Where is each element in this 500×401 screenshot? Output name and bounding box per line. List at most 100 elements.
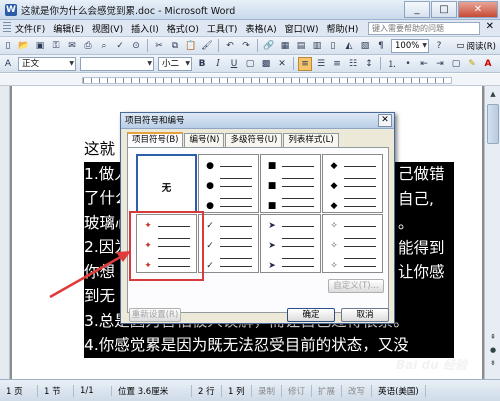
highlight-icon[interactable]: ✎ [465,57,479,71]
font-size-select[interactable]: 小二 [158,56,192,71]
underline-button[interactable]: U [227,57,241,71]
insert-table-icon[interactable]: ▤ [294,39,308,53]
customize-button[interactable]: 自定义(T)... [328,279,384,293]
bullet-option-square[interactable]: ■ . ■ . ■ [260,154,321,213]
diamond-bullet-icon: ◆ [330,181,338,191]
close-document-icon[interactable]: ✕ [486,21,494,32]
tab-outline[interactable]: 多级符号(U) [225,133,283,147]
horizontal-ruler[interactable] [0,74,500,86]
style-select[interactable]: 正文 [18,56,76,71]
font-color-icon[interactable]: A [481,57,495,71]
align-distributed-icon[interactable]: ☷ [346,57,360,71]
document-map-icon[interactable]: ▧ [358,39,372,53]
dialog-close-button[interactable]: ✕ [378,114,392,127]
close-button[interactable]: ✕ [458,1,498,18]
vertical-ruler[interactable] [0,86,10,379]
scroll-up-icon[interactable]: ▲ [487,88,499,100]
increase-indent-icon[interactable]: ⇥ [433,57,447,71]
font-select[interactable] [80,56,154,71]
print-icon[interactable]: ⎙ [81,39,95,53]
square-bullet-icon: ■ [267,161,277,171]
bullet-option-star[interactable]: ✧ . ✧ . ✧ [322,214,383,273]
italic-button[interactable]: I [211,57,225,71]
ask-question-input[interactable]: 键入需要帮助的问题 [368,22,480,35]
bold-button[interactable]: B [195,57,209,71]
bullet-option-check[interactable]: ✓ . ✓ . ✓ [198,214,259,273]
menu-help[interactable]: 帮助(H) [323,22,363,35]
bullet-option-diamond[interactable]: ◆ . ◆ . ◆ [322,154,383,213]
copy-icon[interactable]: ⧉ [168,39,182,53]
insert-excel-icon[interactable]: ▥ [310,39,324,53]
next-page-icon[interactable]: ⇟ [487,357,499,369]
numbering-icon[interactable]: ⒈ [385,57,399,71]
help-icon[interactable]: ? [432,39,446,53]
email-icon[interactable]: ✉ [65,39,79,53]
menu-format[interactable]: 格式(O) [163,22,203,35]
menu-file[interactable]: 文件(F) [11,22,49,35]
browse-object-icon[interactable]: ● [487,344,499,356]
new-document-icon[interactable]: ▯ [1,39,15,53]
status-language[interactable]: 英语(美国) [372,384,426,397]
status-line: 2 行 [192,384,222,397]
undo-icon[interactable]: ↶ [223,39,237,53]
format-painter-icon[interactable]: 🖌 [200,39,214,53]
line-spacing-icon[interactable]: ↕ [362,57,376,71]
read-button[interactable]: ▭ 阅读(R) [456,40,496,52]
research-icon[interactable]: ⊙ [129,39,143,53]
show-hide-icon[interactable]: ¶ [374,39,388,53]
minimize-button[interactable]: _ [404,1,430,18]
menu-window[interactable]: 窗口(W) [281,22,323,35]
prev-page-icon[interactable]: ⇞ [487,331,499,343]
menu-view[interactable]: 视图(V) [88,22,127,35]
cut-icon[interactable]: ✂ [152,39,166,53]
align-right-icon[interactable]: ≡ [330,57,344,71]
bullet-option-none[interactable]: 无 [136,154,197,213]
bullets-icon[interactable]: • [401,57,415,71]
tables-borders-icon[interactable]: ▦ [278,39,292,53]
status-bar: 1 页 1 节 1/1 位置 3.6厘米 2 行 1 列 录制 修订 扩展 改写… [0,379,500,401]
align-center-icon[interactable]: ☰ [314,57,328,71]
doc-line-selected[interactable]: 4.你感觉累是因为既无法忍受目前的状态，又没 [84,333,454,358]
tab-bullets[interactable]: 项目符号(B) [127,132,184,147]
menu-edit[interactable]: 编辑(E) [49,22,88,35]
menu-table[interactable]: 表格(A) [241,22,280,35]
reset-button[interactable]: 重新设置(R) [129,308,181,322]
spelling-icon[interactable]: ✓ [113,39,127,53]
paste-icon[interactable]: 📋 [184,39,198,53]
menu-grip-icon[interactable] [3,22,11,34]
redo-icon[interactable]: ↷ [239,39,253,53]
decrease-indent-icon[interactable]: ⇤ [417,57,431,71]
diamond-bullet-icon: ◆ [330,201,338,211]
vertical-scrollbar[interactable]: ▲ ⇞ ● ⇟ [484,86,500,379]
bullet-option-round[interactable]: ● . ● . ● [198,154,259,213]
drawing-icon[interactable]: ◭ [342,39,356,53]
cancel-button[interactable]: 取消 [341,308,389,322]
menu-tools[interactable]: 工具(T) [203,22,242,35]
scroll-thumb[interactable] [487,104,499,144]
doc-fragment: 。 [398,211,454,233]
menu-insert[interactable]: 插入(I) [127,22,163,35]
tab-list-styles[interactable]: 列表样式(L) [283,133,339,147]
char-scale-icon[interactable]: ✕ [275,57,289,71]
status-overtype[interactable]: 改写 [342,384,373,397]
char-border-icon[interactable]: ▢ [243,57,257,71]
styles-pane-icon[interactable]: A [1,57,15,71]
border-icon[interactable]: ▢ [449,57,463,71]
zoom-select[interactable]: 100% [391,38,429,53]
save-icon[interactable]: ▣ [33,39,47,53]
tab-numbering[interactable]: 编号(N) [184,133,225,147]
status-extend[interactable]: 扩展 [312,384,343,397]
columns-icon[interactable]: ▯ [326,39,340,53]
status-track-changes[interactable]: 修订 [282,384,313,397]
ok-button[interactable]: 确定 [287,308,335,322]
print-preview-icon[interactable]: ⌕ [97,39,111,53]
permission-icon[interactable]: ⚿ [49,39,63,53]
round-bullet-icon: ● [206,161,214,171]
bullet-option-arrow[interactable]: ➤ . ➤ . ➤ [260,214,321,273]
maximize-button[interactable]: □ [431,1,457,18]
open-folder-icon[interactable]: 📂 [17,39,31,53]
align-justify-icon[interactable]: ≡ [298,56,312,71]
char-shading-icon[interactable]: ▩ [259,57,273,71]
hyperlink-icon[interactable]: 🔗 [262,39,276,53]
status-record[interactable]: 录制 [252,384,283,397]
